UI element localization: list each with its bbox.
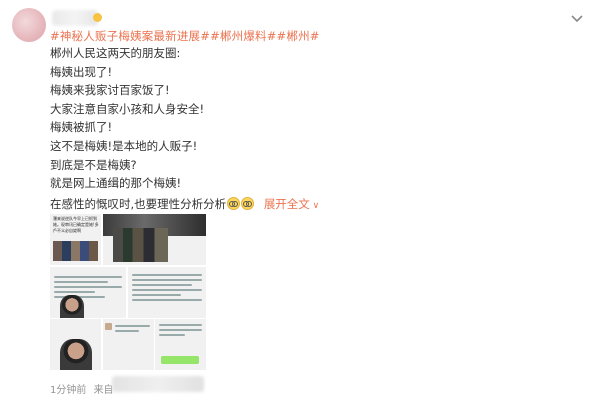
grid-image-5[interactable] [50,319,101,370]
post-analysis-line: 在感性的慨叹时,也要理性分析分析 展开全文 ∨ [50,196,319,212]
blurred-username[interactable] [52,10,98,26]
thinking-emoji-icon [227,197,241,210]
post-line: 就是网上通缉的那个梅姨! [50,176,182,191]
chat-text-lines [159,321,202,339]
post-time[interactable]: 1分钟前 [50,385,86,396]
post-line: 大家注意自家小孩和人身安全! [50,101,205,116]
chat-bubble [161,356,199,364]
post-line: 郴州人民这两天的朋友圈: [50,46,181,60]
people-photo [112,228,168,262]
source-prefix: 来自 [93,385,114,396]
post-line: 梅姨出现了! [50,64,113,79]
grid-image-1[interactable]: 瀑来说逆队今早上已抓到她。现审讯已确定是她!多戶不义必自毙啊 [50,214,101,265]
verified-badge-icon [93,13,102,22]
analysis-text: 在感性的慨叹时,也要理性分析分析 [50,197,227,211]
topic-tags[interactable]: #神秘人贩子梅姨案最新进展##郴州爆料##郴州# [50,28,320,44]
expand-label: 展开全文 [263,197,310,211]
post-line: 这不是梅姨!是本地的人贩子! [50,138,198,153]
grid-image-7[interactable] [155,319,206,370]
thinking-emoji-icon [241,197,255,210]
post-line: 到底是不是梅姨? [50,157,137,172]
chat-avatar-icon [104,323,112,330]
post-line: 梅姨来我家讨百家饭了! [50,83,170,98]
image-grid: 瀑来说逆队今早上已抓到她。现审讯已确定是她!多戶不义必自毙啊 [50,214,206,372]
chevron-down-icon[interactable] [568,10,586,28]
grid-image-2[interactable] [102,214,206,265]
avatar[interactable] [12,8,46,42]
blurred-source [112,376,204,392]
post-line: 梅姨被抓了! [50,120,113,135]
grid-image-4[interactable] [128,266,206,318]
chat-text-lines [132,271,202,304]
grid-image-3[interactable] [50,266,126,318]
grid-image-6[interactable] [102,319,154,370]
post-body: 郴州人民这两天的朋友圈: 梅姨出现了! 梅姨来我家讨百家饭了! 大家注意自家小孩… [50,44,204,193]
chat-text-lines [114,322,150,335]
grid-image-caption: 瀑来说逆队今早上已抓到她。现审讯已确定是她!多戶不义必自毙啊 [53,216,99,233]
chevron-down-icon: ∨ [309,201,320,211]
suspect-photo [60,339,92,370]
post-meta: 1分钟前 来自 [50,381,114,396]
expand-full-text-link[interactable]: 展开全文 ∨ [264,197,319,211]
weibo-post-card: #神秘人贩子梅姨案最新进展##郴州爆料##郴州# 郴州人民这两天的朋友圈: 梅姨… [0,0,600,404]
photo-group [53,241,98,261]
suspect-photo [60,294,84,318]
